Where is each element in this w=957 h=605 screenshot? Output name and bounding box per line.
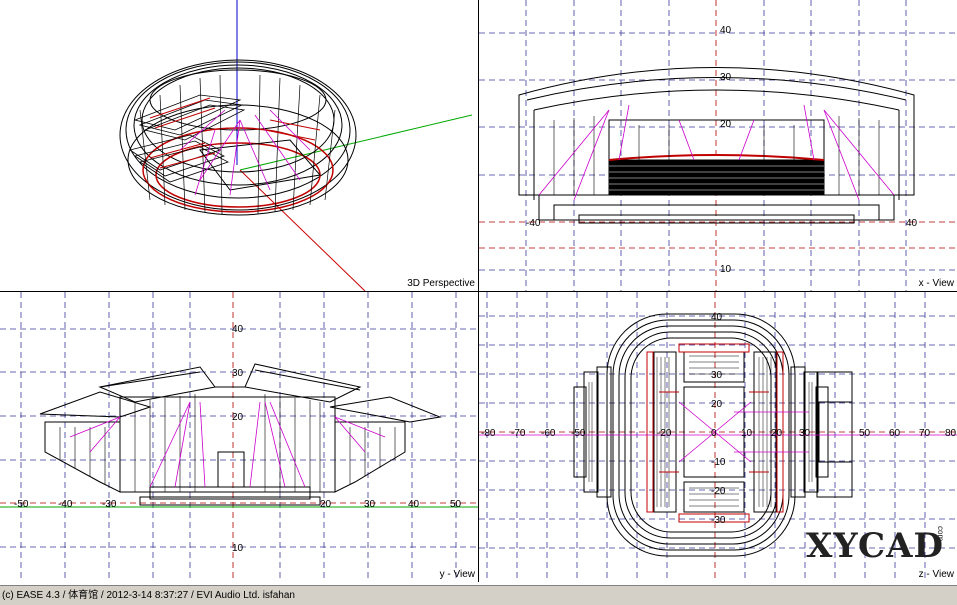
viewport-label-3d: 3D Perspective [407, 278, 475, 289]
watermark-text: XYCAD [806, 526, 944, 566]
yview-xtick-m30: -30 [102, 499, 117, 510]
yview-xtick-50: 50 [450, 499, 462, 510]
viewport-3d-perspective[interactable]: 3D Perspective [0, 0, 478, 291]
viewport-label-y: y - View [439, 569, 475, 580]
status-text: (c) EASE 4.3 / 体育馆 / 2012-3-14 8:37:27 /… [2, 590, 295, 601]
zview-ytick-m10: -10 [711, 457, 726, 468]
yview-xtick-30: 30 [364, 499, 376, 510]
perspective-canvas [119, 0, 473, 291]
zview-ytick-m30: -30 [711, 515, 726, 526]
xview-tick-left: -40 [526, 218, 541, 229]
zview-xtick-20: 20 [771, 428, 783, 439]
yview-xtick-20: 20 [320, 499, 332, 510]
yview-canvas: 40 30 20 10 -50 -40 -30 20 30 40 50 [0, 292, 478, 582]
xview-tick-lower: 10 [720, 264, 732, 275]
zview-ytick-20: 20 [711, 399, 723, 410]
zview-xtick-m60: -60 [541, 428, 556, 439]
zview-xtick-m50: -50 [571, 428, 586, 439]
xview-canvas: 40 30 20 10 -40 40 [479, 0, 957, 291]
viewport-label-x: x - View [918, 278, 954, 289]
zview-xtick-80: 80 [945, 428, 957, 439]
zview-xtick-m70: -70 [511, 428, 526, 439]
zview-xtick-0: 0 [711, 428, 717, 439]
yview-ytick-40: 40 [232, 324, 244, 335]
xview-tick-top: 40 [720, 25, 732, 36]
zview-xtick-70: 70 [919, 428, 931, 439]
yview-ytick-20: 20 [232, 412, 244, 423]
zview-xtick-10: 10 [741, 428, 753, 439]
viewport-y-view[interactable]: 40 30 20 10 -50 -40 -30 20 30 40 50 y - … [0, 292, 478, 582]
zview-xtick-60: 60 [889, 428, 901, 439]
zview-ytick-m20: -20 [711, 486, 726, 497]
viewport-x-view[interactable]: 40 30 20 10 -40 40 x - View [479, 0, 957, 291]
yview-xtick-40: 40 [408, 499, 420, 510]
status-bar: (c) EASE 4.3 / 体育馆 / 2012-3-14 8:37:27 /… [0, 585, 957, 605]
xview-tick-middle: 20 [720, 119, 732, 130]
zview-ytick-40: 40 [711, 312, 723, 323]
xview-tick-upper: 30 [720, 72, 732, 83]
yview-xtick-m50: -50 [14, 499, 29, 510]
horizontal-divider[interactable] [0, 291, 957, 292]
zview-xtick-m20: -20 [657, 428, 672, 439]
zview-ytick-30: 30 [711, 370, 723, 381]
zview-xtick-50: 50 [859, 428, 871, 439]
yview-xtick-m40: -40 [58, 499, 73, 510]
xview-tick-right: 40 [906, 218, 918, 229]
watermark-logo: XYCAD com [800, 520, 950, 580]
watermark-sub: com [936, 526, 945, 542]
zview-xtick-30: 30 [799, 428, 811, 439]
zview-xtick-m80: -80 [481, 428, 496, 439]
yview-ytick-30: 30 [232, 368, 244, 379]
yview-ytick-10: 10 [232, 543, 244, 554]
